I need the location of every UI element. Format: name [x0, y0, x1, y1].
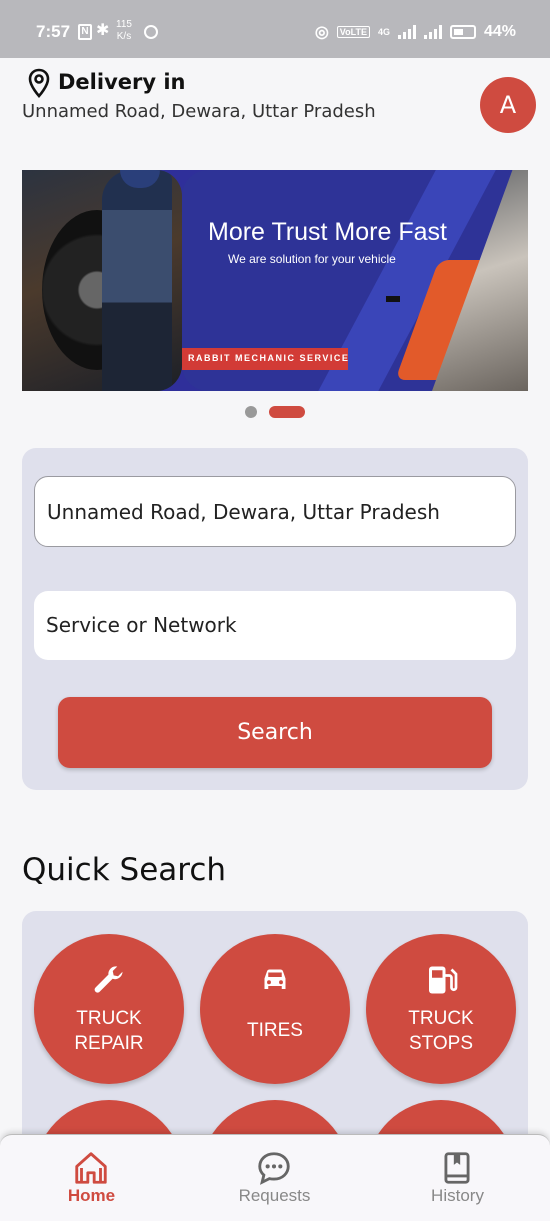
quick-search-title: Quick Search — [22, 852, 227, 888]
quick-item-line1: TIRES — [247, 1020, 303, 1041]
nav-history[interactable]: History — [366, 1135, 549, 1221]
service-input[interactable]: Service or Network — [34, 591, 516, 660]
location-pin-icon — [28, 68, 50, 98]
location-input[interactable]: Unnamed Road, Dewara, Uttar Pradesh — [34, 476, 516, 547]
fuel-pump-icon — [429, 966, 458, 994]
signal-2-icon — [423, 25, 442, 39]
network-speed: 115 K/s — [116, 19, 132, 43]
banner-subtitle: We are solution for your vehicle — [228, 252, 396, 266]
nav-history-label: History — [431, 1186, 484, 1205]
nav-requests[interactable]: Requests — [183, 1135, 366, 1221]
banner-tag: RABBIT MECHANIC SERVICE — [188, 353, 350, 363]
delivery-address[interactable]: Unnamed Road, Dewara, Uttar Pradesh — [22, 101, 376, 122]
quick-item-line1: TRUCK — [76, 1008, 142, 1029]
quick-item-line2: STOPS — [408, 1033, 474, 1054]
avatar[interactable]: A — [480, 77, 536, 133]
chat-icon — [258, 1152, 290, 1185]
carousel-dot-2-active[interactable] — [269, 406, 305, 418]
volte-badge: VoLTE — [336, 26, 370, 38]
banner-title: More Trust More Fast — [208, 218, 447, 246]
status-right: ◎ VoLTE 4G 44% — [315, 22, 516, 42]
nfc-icon: N — [78, 24, 92, 40]
search-button[interactable]: Search — [58, 697, 492, 768]
status-time: 7:57 — [36, 22, 71, 41]
car-icon — [264, 969, 286, 989]
book-icon — [444, 1152, 470, 1184]
quick-tires-button[interactable]: TIRES — [200, 934, 350, 1084]
quick-item-line2: REPAIR — [74, 1033, 144, 1054]
quick-truck-repair-button[interactable]: TRUCK REPAIR — [34, 934, 184, 1084]
wrench-icon — [94, 966, 123, 993]
quick-truck-stops-button[interactable]: TRUCK STOPS — [366, 934, 516, 1084]
battery-percent: 44% — [483, 23, 516, 40]
delivery-label[interactable]: Delivery in — [58, 70, 186, 94]
network-speed-unit: K/s — [116, 31, 132, 42]
quick-item-line1: TRUCK — [408, 1008, 474, 1029]
bottom-nav: Home Requests History — [0, 1134, 550, 1221]
promo-banner[interactable]: More Trust More Fast We are solution for… — [22, 170, 528, 391]
carousel-dot-1[interactable] — [245, 406, 257, 418]
mechanic-photo — [22, 170, 182, 391]
status-bar: 7:57 N ✱ 115 K/s ◎ VoLTE 4G 44% — [0, 0, 550, 58]
nav-home-label: Home — [67, 1186, 116, 1205]
nav-home[interactable]: Home — [0, 1135, 183, 1221]
home-icon — [75, 1152, 107, 1184]
signal-icon — [397, 25, 416, 39]
battery-icon — [449, 25, 476, 39]
nav-requests-label: Requests — [238, 1186, 311, 1205]
sync-icon — [144, 25, 158, 39]
hotspot-icon: ◎ — [314, 24, 329, 41]
bluetooth-icon: ✱ — [96, 22, 110, 39]
network-speed-value: 115 — [116, 19, 132, 30]
network-type: 4G — [377, 27, 390, 37]
